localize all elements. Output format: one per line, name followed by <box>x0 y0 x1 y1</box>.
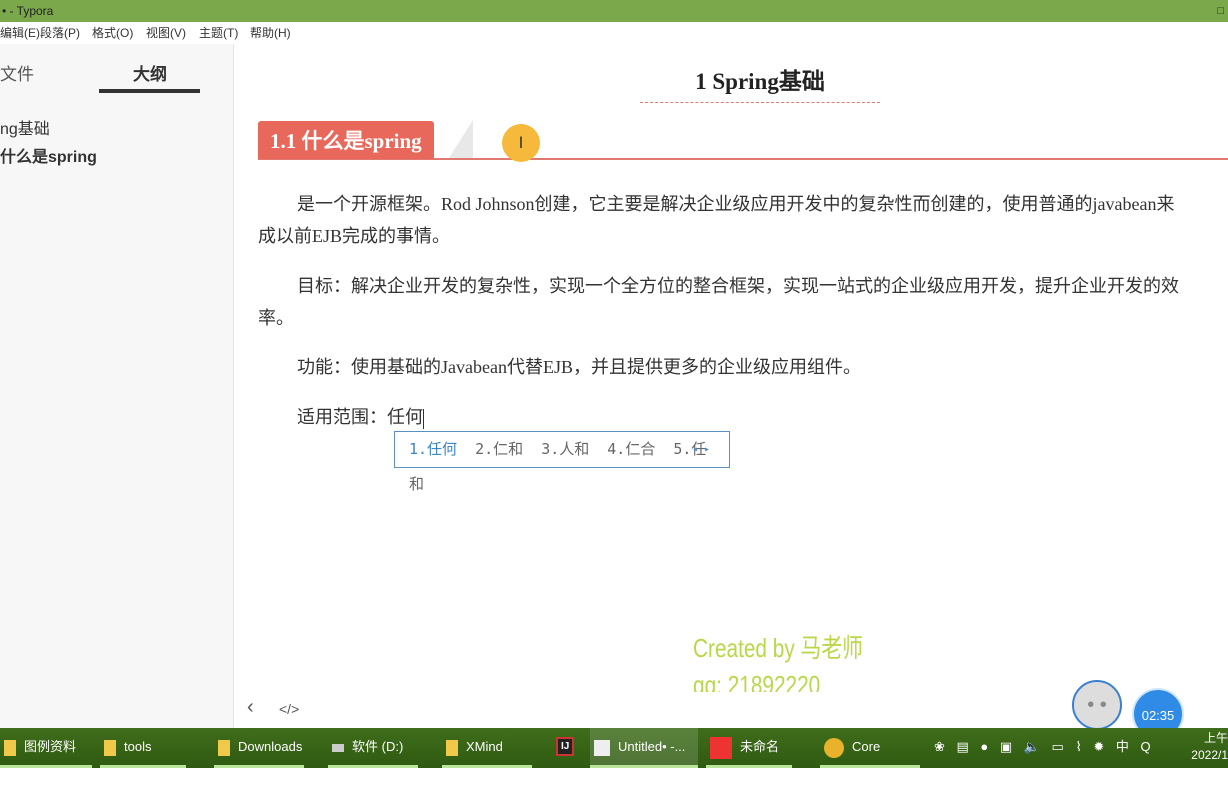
chrome-icon <box>824 737 844 758</box>
paragraph-line: 功能：使用基础的Javabean代替EJB，并且提供更多的企业级应用组件。 <box>297 357 861 377</box>
paragraph-line: 适用范围：任何 <box>297 407 423 427</box>
taskbar-item[interactable]: XMind <box>442 728 532 768</box>
downloads-folder-icon <box>218 739 230 756</box>
taskbar-item-chrome[interactable]: Core Tech... <box>820 728 920 792</box>
qq-mascot-icon[interactable]: • • <box>1072 680 1122 730</box>
paragraph-line: 目标：解决企业开发的复杂性，实现一个全方位的整合框架，实现一站式的企业级应用开发… <box>297 276 1179 296</box>
taskbar-label: tools <box>124 739 152 754</box>
taskbar-label: 图例资料 <box>24 739 77 754</box>
taskbar-label: 未命名 <box>740 739 780 754</box>
tab-outline[interactable]: 大纲 <box>133 60 167 85</box>
menu-help[interactable]: 帮助(H) <box>250 22 291 44</box>
taskbar-item[interactable]: 软件 (D:) <box>328 728 418 768</box>
folder-icon <box>446 739 458 756</box>
watermark-line2: qq: 21892220 <box>693 672 821 692</box>
menu-format[interactable]: 格式(O) <box>92 22 133 44</box>
mouse-cursor-highlight: I <box>502 124 540 162</box>
taskbar-label: Untitled• -... <box>618 739 686 754</box>
menu-theme[interactable]: 主题(T) <box>199 22 238 44</box>
menu-view[interactable]: 视图(V) <box>146 22 186 44</box>
menu-edit[interactable]: 编辑(E) <box>0 22 40 44</box>
paragraph-intro: 是一个开源框架。Rod Johnson创建，它主要是解决企业级应用开发中的复杂性… <box>258 188 1174 252</box>
outline-item-h2[interactable]: 什么是spring <box>0 143 97 167</box>
intellij-taskbar-icon[interactable]: IJ <box>552 728 586 768</box>
taskbar-label: XMind <box>466 739 503 754</box>
drive-icon <box>332 743 344 752</box>
system-tray-icons[interactable]: ❀ ▤ ● ▣ 🔈 ▭ ⌇ ✹ 中 Q <box>934 728 1155 768</box>
heading-2-label: 1.1 什么是spring <box>258 121 434 159</box>
folder-icon <box>4 739 16 756</box>
ime-candidate[interactable]: 1.任何 <box>409 440 457 458</box>
sidebar: 文件 大纲 ng基础 什么是spring <box>0 44 234 728</box>
clock-date: 2022/1 <box>1191 748 1228 762</box>
outline-item-h1[interactable]: ng基础 <box>0 115 50 139</box>
taskbar-item-typora[interactable]: Untitled• -... <box>590 728 698 768</box>
heading-1: 1 Spring基础 <box>640 62 880 103</box>
folder-icon <box>104 739 116 756</box>
taskbar-item-xmind[interactable]: 未命名 <box>706 728 792 768</box>
taskbar-item[interactable]: tools <box>100 728 186 768</box>
heading-2: 1.1 什么是spring <box>258 120 1228 160</box>
watermark-line1: Created by 马老师 <box>693 633 863 663</box>
taskbar: 图例资料 tools Downloads 软件 (D:) XMind IJ Un… <box>0 728 1228 792</box>
paragraph-scope: 适用范围：任何 <box>258 401 424 433</box>
menu-paragraph[interactable]: 段落(P) <box>40 22 80 44</box>
paragraph-line: 率。 <box>258 308 294 328</box>
title-bar: • - Typora □ <box>0 0 1228 22</box>
maximize-button[interactable]: □ <box>1217 0 1224 22</box>
ime-page-arrows-icon[interactable]: ◂ ▸ <box>692 432 710 467</box>
typora-icon <box>594 739 610 756</box>
xmind-icon <box>710 736 732 759</box>
tab-files[interactable]: 文件 <box>0 60 34 85</box>
taskbar-label: 软件 (D:) <box>352 739 404 754</box>
ime-candidate[interactable]: 3.人和 <box>541 440 589 458</box>
ime-candidate[interactable]: 2.仁和 <box>475 440 523 458</box>
paragraph-goal: 目标：解决企业开发的复杂性，实现一个全方位的整合框架，实现一站式的企业级应用开发… <box>258 270 1179 334</box>
taskbar-item[interactable]: 图例资料 <box>0 728 92 768</box>
taskbar-label: IJ <box>556 737 575 756</box>
taskbar-item[interactable]: Downloads <box>214 728 304 768</box>
ime-candidate-bar: 1.任何 2.仁和 3.人和 4.仁合 5.任和 ◂ ▸ <box>394 431 730 493</box>
paragraph-line: 是一个开源框架。Rod Johnson创建，它主要是解决企业级应用开发中的复杂性… <box>297 194 1175 214</box>
editor[interactable]: 1 Spring基础 1.1 什么是spring I 是一个开源框架。Rod J… <box>235 44 1228 728</box>
clock-time: 上午 <box>1203 731 1228 745</box>
paragraph-line: 成以前EJB完成的事情。 <box>258 226 451 246</box>
paragraph-function: 功能：使用基础的Javabean代替EJB，并且提供更多的企业级应用组件。 <box>258 351 861 383</box>
active-tab-indicator <box>99 89 200 93</box>
ime-candidate[interactable]: 4.仁合 <box>607 440 655 458</box>
text-caret <box>423 408 424 429</box>
menu-bar: 编辑(E) 段落(P) 格式(O) 视图(V) 主题(T) 帮助(H) <box>0 22 1228 44</box>
clock[interactable]: 上午 2022/1 <box>1186 730 1228 764</box>
taskbar-label: Downloads <box>238 739 303 754</box>
heading-tail-decoration <box>449 120 473 158</box>
window-title: • - Typora <box>2 4 54 18</box>
